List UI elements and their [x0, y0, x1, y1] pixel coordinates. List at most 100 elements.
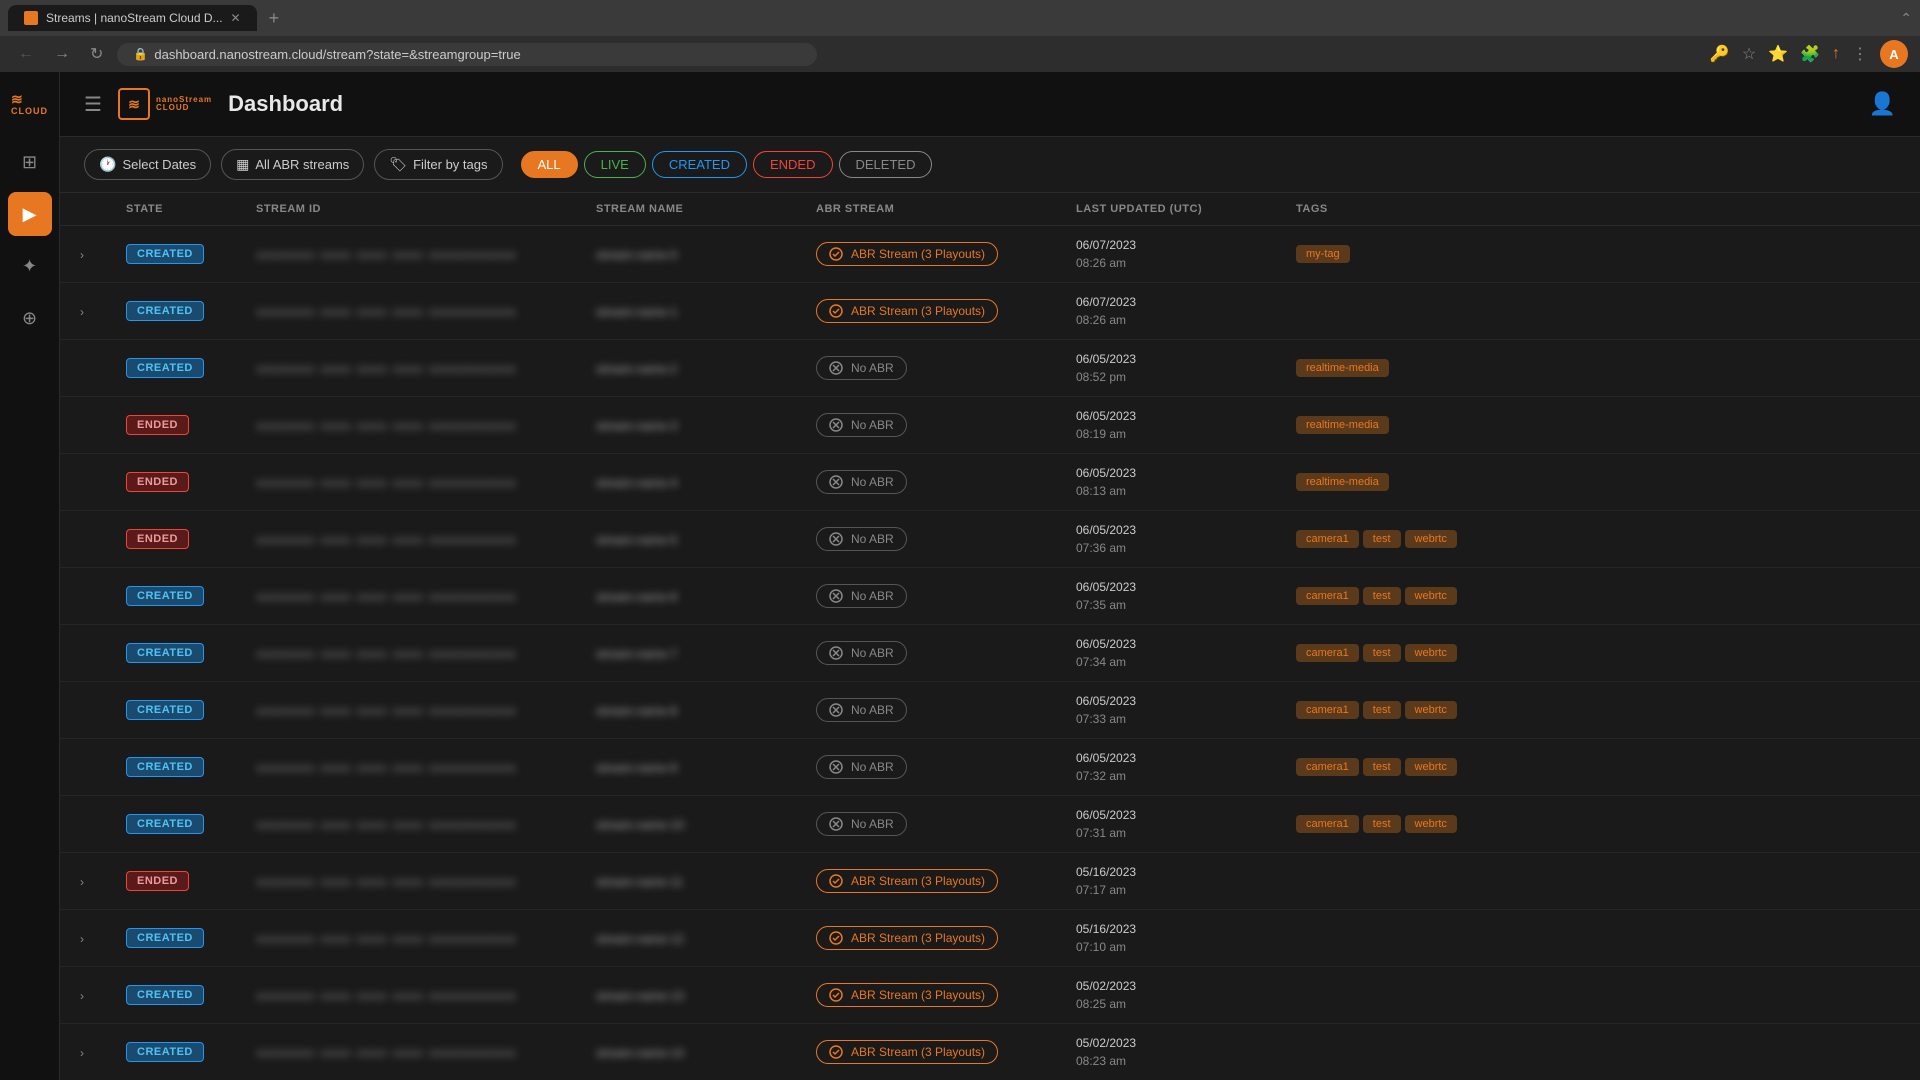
table-row[interactable]: ›CREATEDxxxxxxxx-xxxx-xxxx-xxxx-xxxxxxxx… — [60, 1024, 1920, 1080]
stream-name-value: stream-name-14 — [596, 1046, 684, 1060]
filter-tab-all[interactable]: ALL — [521, 151, 578, 178]
abr-stream-cell[interactable]: No ABR — [800, 796, 1060, 853]
expand-button[interactable]: › — [76, 871, 88, 893]
sidebar-item-add[interactable]: ⊕ — [8, 296, 52, 340]
sidebar-item-streams[interactable]: ▶ — [8, 192, 52, 236]
expand-cell — [60, 397, 110, 454]
stream-name-cell: stream-name-2 — [580, 340, 800, 397]
tag-badge[interactable]: my-tag — [1296, 245, 1350, 263]
tag-badge[interactable]: webrtc — [1405, 530, 1457, 548]
abr-stream-cell[interactable]: No ABR — [800, 739, 1060, 796]
tag-badge[interactable]: camera1 — [1296, 644, 1359, 662]
address-bar[interactable]: 🔒 dashboard.nanostream.cloud/stream?stat… — [117, 43, 817, 66]
reload-button[interactable]: ↻ — [84, 42, 109, 66]
tags-cell — [1280, 853, 1920, 910]
table-row[interactable]: ›ENDEDxxxxxxxx-xxxx-xxxx-xxxx-xxxxxxxxxx… — [60, 853, 1920, 910]
tab-close-btn[interactable]: ✕ — [231, 11, 241, 25]
filter-tab-live[interactable]: LIVE — [584, 151, 646, 178]
abr-stream-cell[interactable]: No ABR — [800, 511, 1060, 568]
tag-badge[interactable]: camera1 — [1296, 530, 1359, 548]
tag-badge[interactable]: realtime-media — [1296, 359, 1389, 377]
stream-id-cell: xxxxxxxx-xxxx-xxxx-xxxx-xxxxxxxxxxxx — [240, 397, 580, 454]
abr-stream-cell[interactable]: No ABR — [800, 340, 1060, 397]
filter-by-tags-button[interactable]: 🏷 Filter by tags — [374, 149, 502, 180]
user-icon[interactable]: 👤 — [1869, 91, 1896, 117]
tag-badge[interactable]: webrtc — [1405, 701, 1457, 719]
abr-stream-cell[interactable]: No ABR — [800, 625, 1060, 682]
tag-badge[interactable]: camera1 — [1296, 587, 1359, 605]
key-icon[interactable]: 🔑 — [1710, 44, 1730, 64]
abr-stream-cell[interactable]: ABR Stream (3 Playouts) — [800, 1024, 1060, 1080]
stream-name-cell: stream-name-4 — [580, 454, 800, 511]
abr-stream-cell[interactable]: ABR Stream (3 Playouts) — [800, 226, 1060, 283]
browser-tab-active[interactable]: Streams | nanoStream Cloud D... ✕ — [8, 5, 257, 31]
state-cell: ENDED — [110, 397, 240, 454]
tag-badge[interactable]: test — [1363, 644, 1401, 662]
expand-button[interactable]: › — [76, 244, 88, 266]
filter-tab-created[interactable]: CREATED — [652, 151, 747, 178]
abr-stream-cell[interactable]: ABR Stream (3 Playouts) — [800, 967, 1060, 1024]
sidebar-item-analytics[interactable]: ✦ — [8, 244, 52, 288]
expand-button[interactable]: › — [76, 928, 88, 950]
table-row[interactable]: CREATEDxxxxxxxx-xxxx-xxxx-xxxx-xxxxxxxxx… — [60, 739, 1920, 796]
profile-button[interactable]: A — [1880, 40, 1908, 68]
abr-badge[interactable]: ABR Stream (3 Playouts) — [816, 242, 998, 266]
expand-button[interactable]: › — [76, 1042, 88, 1064]
tag-badge[interactable]: test — [1363, 530, 1401, 548]
sidebar-item-dashboard[interactable]: ⊞ — [8, 140, 52, 184]
table-row[interactable]: CREATEDxxxxxxxx-xxxx-xxxx-xxxx-xxxxxxxxx… — [60, 568, 1920, 625]
abr-stream-cell[interactable]: No ABR — [800, 568, 1060, 625]
abr-stream-cell[interactable]: No ABR — [800, 682, 1060, 739]
expand-button[interactable]: › — [76, 301, 88, 323]
tag-badge[interactable]: test — [1363, 587, 1401, 605]
expand-button[interactable]: › — [76, 985, 88, 1007]
table-row[interactable]: ›CREATEDxxxxxxxx-xxxx-xxxx-xxxx-xxxxxxxx… — [60, 910, 1920, 967]
tag-badge[interactable]: camera1 — [1296, 701, 1359, 719]
table-row[interactable]: ENDEDxxxxxxxx-xxxx-xxxx-xxxx-xxxxxxxxxxx… — [60, 397, 1920, 454]
star-icon[interactable]: ⭐ — [1768, 44, 1788, 64]
tag-badge[interactable]: webrtc — [1405, 644, 1457, 662]
abr-badge[interactable]: ABR Stream (3 Playouts) — [816, 299, 998, 323]
filter-tab-ended[interactable]: ENDED — [753, 151, 833, 178]
tag-badge[interactable]: test — [1363, 758, 1401, 776]
table-row[interactable]: ›CREATEDxxxxxxxx-xxxx-xxxx-xxxx-xxxxxxxx… — [60, 226, 1920, 283]
abr-badge[interactable]: ABR Stream (3 Playouts) — [816, 1040, 998, 1064]
table-row[interactable]: CREATEDxxxxxxxx-xxxx-xxxx-xxxx-xxxxxxxxx… — [60, 796, 1920, 853]
abr-stream-cell[interactable]: ABR Stream (3 Playouts) — [800, 910, 1060, 967]
abr-stream-cell[interactable]: ABR Stream (3 Playouts) — [800, 853, 1060, 910]
abr-stream-cell[interactable]: ABR Stream (3 Playouts) — [800, 283, 1060, 340]
tag-badge[interactable]: camera1 — [1296, 758, 1359, 776]
tag-badge[interactable]: test — [1363, 815, 1401, 833]
table-row[interactable]: CREATEDxxxxxxxx-xxxx-xxxx-xxxx-xxxxxxxxx… — [60, 682, 1920, 739]
tag-badge[interactable]: camera1 — [1296, 815, 1359, 833]
new-tab-button[interactable]: + — [261, 4, 288, 33]
state-cell: CREATED — [110, 1024, 240, 1080]
abr-badge[interactable]: ABR Stream (3 Playouts) — [816, 983, 998, 1007]
hamburger-button[interactable]: ☰ — [84, 92, 102, 117]
back-button[interactable]: ← — [12, 43, 40, 65]
table-row[interactable]: ›CREATEDxxxxxxxx-xxxx-xxxx-xxxx-xxxxxxxx… — [60, 283, 1920, 340]
bookmark-icon[interactable]: ☆ — [1742, 44, 1756, 64]
abr-stream-cell[interactable]: No ABR — [800, 397, 1060, 454]
tag-badge[interactable]: realtime-media — [1296, 473, 1389, 491]
tag-badge[interactable]: webrtc — [1405, 587, 1457, 605]
table-row[interactable]: ENDEDxxxxxxxx-xxxx-xxxx-xxxx-xxxxxxxxxxx… — [60, 511, 1920, 568]
select-dates-button[interactable]: 🕐 Select Dates — [84, 149, 211, 180]
all-abr-streams-button[interactable]: ▦ All ABR streams — [221, 149, 364, 180]
table-row[interactable]: ›CREATEDxxxxxxxx-xxxx-xxxx-xxxx-xxxxxxxx… — [60, 967, 1920, 1024]
abr-badge[interactable]: ABR Stream (3 Playouts) — [816, 926, 998, 950]
tag-badge[interactable]: webrtc — [1405, 758, 1457, 776]
forward-button[interactable]: → — [48, 43, 76, 65]
tag-badge[interactable]: test — [1363, 701, 1401, 719]
abr-badge[interactable]: ABR Stream (3 Playouts) — [816, 869, 998, 893]
update-icon[interactable]: ↑ — [1832, 45, 1840, 63]
filter-tab-deleted[interactable]: DELETED — [839, 151, 933, 178]
table-row[interactable]: CREATEDxxxxxxxx-xxxx-xxxx-xxxx-xxxxxxxxx… — [60, 625, 1920, 682]
tag-badge[interactable]: realtime-media — [1296, 416, 1389, 434]
tag-badge[interactable]: webrtc — [1405, 815, 1457, 833]
menu-icon[interactable]: ⋮ — [1852, 44, 1868, 64]
abr-stream-cell[interactable]: No ABR — [800, 454, 1060, 511]
extension-icon[interactable]: 🧩 — [1800, 44, 1820, 64]
table-row[interactable]: ENDEDxxxxxxxx-xxxx-xxxx-xxxx-xxxxxxxxxxx… — [60, 454, 1920, 511]
table-row[interactable]: CREATEDxxxxxxxx-xxxx-xxxx-xxxx-xxxxxxxxx… — [60, 340, 1920, 397]
